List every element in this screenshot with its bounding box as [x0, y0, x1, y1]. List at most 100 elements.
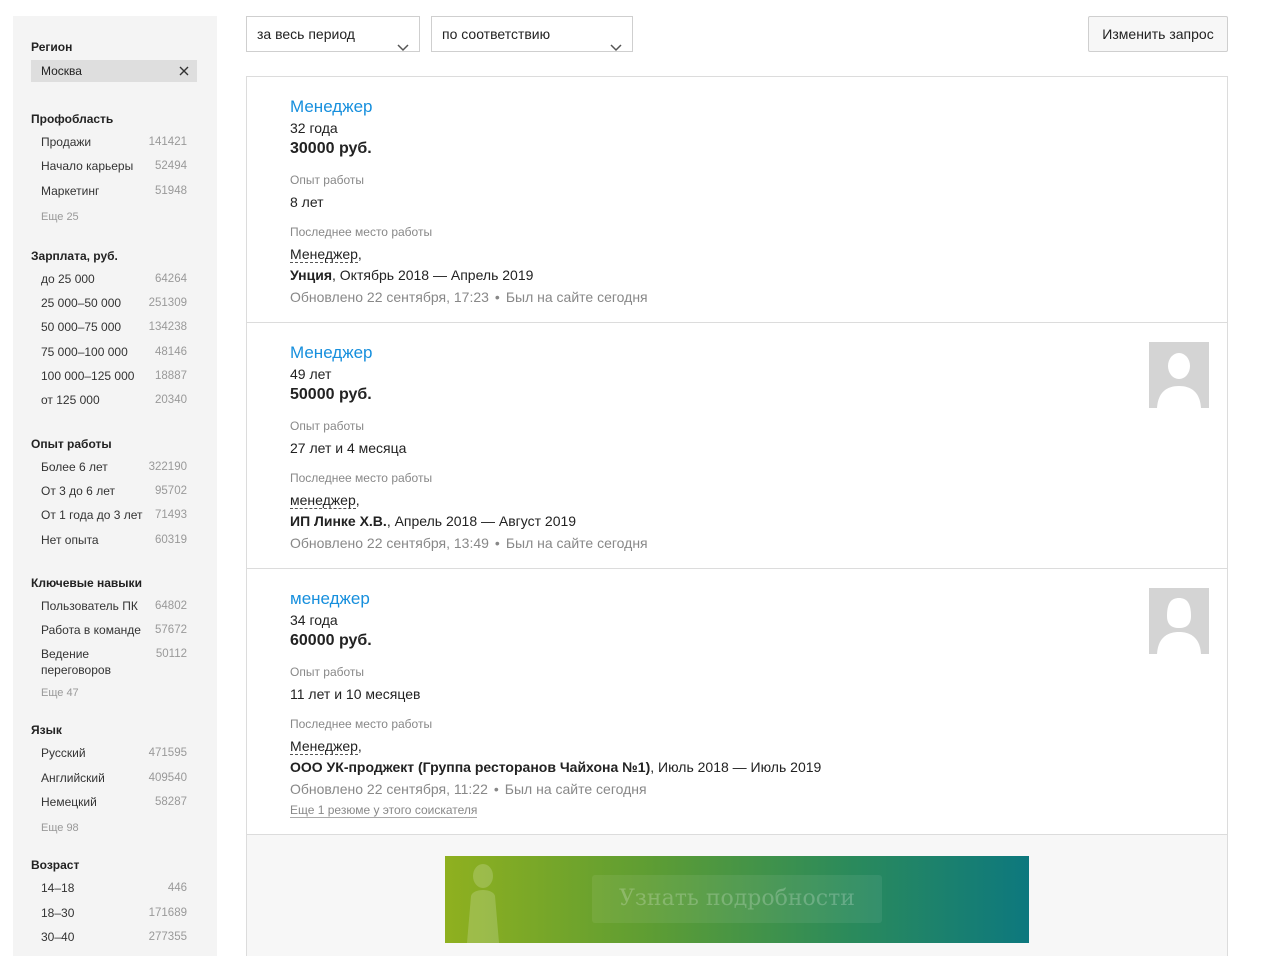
filter-item[interactable]: 18–30 171689	[31, 905, 217, 929]
experience-value: 8 лет	[290, 194, 324, 210]
experience-label: Опыт работы	[290, 173, 365, 187]
desired-salary: 50000 руб.	[290, 386, 372, 403]
filter-count: 134238	[148, 321, 187, 334]
filter-label: 30–40	[41, 929, 75, 944]
filter-more-link[interactable]: Еще 25	[31, 211, 217, 225]
online-status: Был на сайте сегодня	[505, 289, 648, 305]
filters-sidebar: Регион Москва Профобласть Продажи 141421 …	[13, 16, 217, 956]
statue-icon	[467, 864, 499, 943]
region-heading: Регион	[31, 40, 73, 54]
ad-banner[interactable]: Узнать подробности	[445, 856, 1029, 943]
filter-item[interactable]: Нет опыта 60319	[31, 532, 217, 556]
filter-heading: Опыт работы	[31, 436, 112, 451]
filter-item[interactable]: Немецкий 58287	[31, 794, 217, 818]
filter-count: 48146	[155, 345, 187, 358]
filter-label: Английский	[41, 770, 105, 785]
more-resumes-link[interactable]: Еще 1 резюме у этого соискателя	[290, 803, 478, 818]
region-chip: Москва	[31, 60, 197, 82]
last-position[interactable]: менеджер	[290, 492, 356, 509]
filter-item[interactable]: от 125 000 20340	[31, 392, 217, 416]
last-position[interactable]: Менеджер	[290, 738, 358, 755]
filter-count: 171689	[148, 906, 187, 919]
filter-label: 14–18	[41, 881, 75, 896]
close-icon[interactable]	[177, 60, 191, 82]
filter-item[interactable]: Маркетинг 51948	[31, 183, 217, 207]
filter-count: 58287	[155, 796, 187, 809]
updated-date: Обновлено 22 сентября, 17:23	[290, 289, 489, 305]
filter-heading: Ключевые навыки	[31, 575, 142, 590]
filter-item[interactable]: От 3 до 6 лет 95702	[31, 483, 217, 507]
filter-more-link[interactable]: Еще 47	[31, 687, 217, 701]
filter-item[interactable]: От 1 года до 3 лет 71493	[31, 507, 217, 531]
filter-item[interactable]: Русский 471595	[31, 745, 217, 769]
separator-dot: •	[493, 781, 499, 797]
filter-count: 20340	[155, 394, 187, 407]
filter-item[interactable]: Английский 409540	[31, 770, 217, 794]
filter-item[interactable]: Ведение переговоров 50112	[31, 646, 217, 687]
experience-label: Опыт работы	[290, 665, 365, 679]
resume-title-link[interactable]: Менеджер	[290, 342, 372, 364]
filter-count: 251309	[148, 297, 187, 310]
resume-title-link[interactable]: менеджер	[290, 588, 370, 610]
filter-label: Маркетинг	[41, 183, 100, 198]
filter-item[interactable]: 50 000–75 000 134238	[31, 319, 217, 343]
filter-item[interactable]: 75 000–100 000 48146	[31, 344, 217, 368]
filter-item[interactable]: Начало карьеры 52494	[31, 158, 217, 182]
avatar[interactable]	[1149, 342, 1209, 408]
last-company: Унция	[290, 267, 333, 283]
user-silhouette-icon	[1149, 588, 1209, 654]
filter-label: 75 000–100 000	[41, 344, 128, 359]
filter-item[interactable]: Пользователь ПК 64802	[31, 598, 217, 622]
resume-list: Менеджер 32 года 30000 руб. Опыт работы …	[246, 76, 1228, 956]
filter-label: Ведение переговоров	[41, 647, 111, 678]
filter-count: 446	[167, 882, 187, 895]
filter-label: 50 000–75 000	[41, 320, 122, 335]
filter-label: от 125 000	[41, 393, 100, 408]
filter-count: 277355	[148, 930, 187, 943]
chevron-down-icon	[610, 30, 622, 64]
last-position[interactable]: Менеджер	[290, 246, 358, 263]
filter-age: Возраст 14–18 446 18–30 171689 30–40 277355	[31, 858, 217, 953]
candidate-age: 49 лет	[290, 366, 332, 382]
filter-language: Язык Русский 471595 Английский 409540 Неме…	[31, 723, 217, 836]
last-company: ИП Линке Х.В.	[290, 513, 387, 529]
resume-title-link[interactable]: Менеджер	[290, 96, 372, 118]
period-select[interactable]: за весь период	[246, 16, 420, 52]
filter-label: Пользователь ПК	[41, 598, 138, 613]
filter-label: 25 000–50 000	[41, 296, 122, 311]
filter-experience: Опыт работы Более 6 лет 322190 От 3 до 6 …	[31, 437, 217, 556]
filter-label: Более 6 лет	[41, 459, 108, 474]
avatar[interactable]	[1149, 588, 1209, 654]
learn-more-button[interactable]: Узнать подробности	[592, 875, 882, 923]
filter-label: 100 000–125 000	[41, 369, 135, 384]
filter-count: 409540	[148, 771, 187, 784]
filter-count: 471595	[148, 747, 187, 760]
updated-date: Обновлено 22 сентября, 11:22	[290, 781, 488, 797]
banner-area: Узнать подробности	[247, 835, 1227, 956]
filter-salary: Зарплата, руб. до 25 000 64264 25 000–50 …	[31, 249, 217, 417]
region-value: Москва	[41, 64, 82, 78]
separator-dot: •	[494, 535, 500, 551]
filter-count: 64264	[155, 272, 187, 285]
filter-item[interactable]: до 25 000 64264	[31, 271, 217, 295]
filter-item[interactable]: 100 000–125 000 18887	[31, 368, 217, 392]
filter-item[interactable]: 30–40 277355	[31, 929, 217, 953]
filter-count: 18887	[155, 370, 187, 383]
candidate-age: 32 года	[290, 120, 338, 136]
filter-count: 60319	[155, 533, 187, 546]
filter-more-link[interactable]: Еще 98	[31, 822, 217, 836]
filter-item[interactable]: Работа в команде 57672	[31, 622, 217, 646]
filter-count: 141421	[148, 136, 187, 148]
filter-item[interactable]: Продажи 141421	[31, 134, 217, 158]
filter-item[interactable]: 14–18 446	[31, 880, 217, 904]
filter-heading: Возраст	[31, 858, 80, 873]
filter-label: От 1 года до 3 лет	[41, 508, 143, 523]
resume-card: Менеджер 32 года 30000 руб. Опыт работы …	[247, 77, 1227, 323]
filter-item[interactable]: Более 6 лет 322190	[31, 459, 217, 483]
last-job-period: , Апрель 2018 — Август 2019	[386, 513, 577, 529]
sort-select[interactable]: по соответствию	[431, 16, 633, 52]
online-status: Был на сайте сегодня	[505, 535, 648, 551]
change-query-button[interactable]: Изменить запрос	[1088, 16, 1228, 52]
filter-item[interactable]: 25 000–50 000 251309	[31, 295, 217, 319]
filter-count: 64802	[155, 599, 187, 612]
